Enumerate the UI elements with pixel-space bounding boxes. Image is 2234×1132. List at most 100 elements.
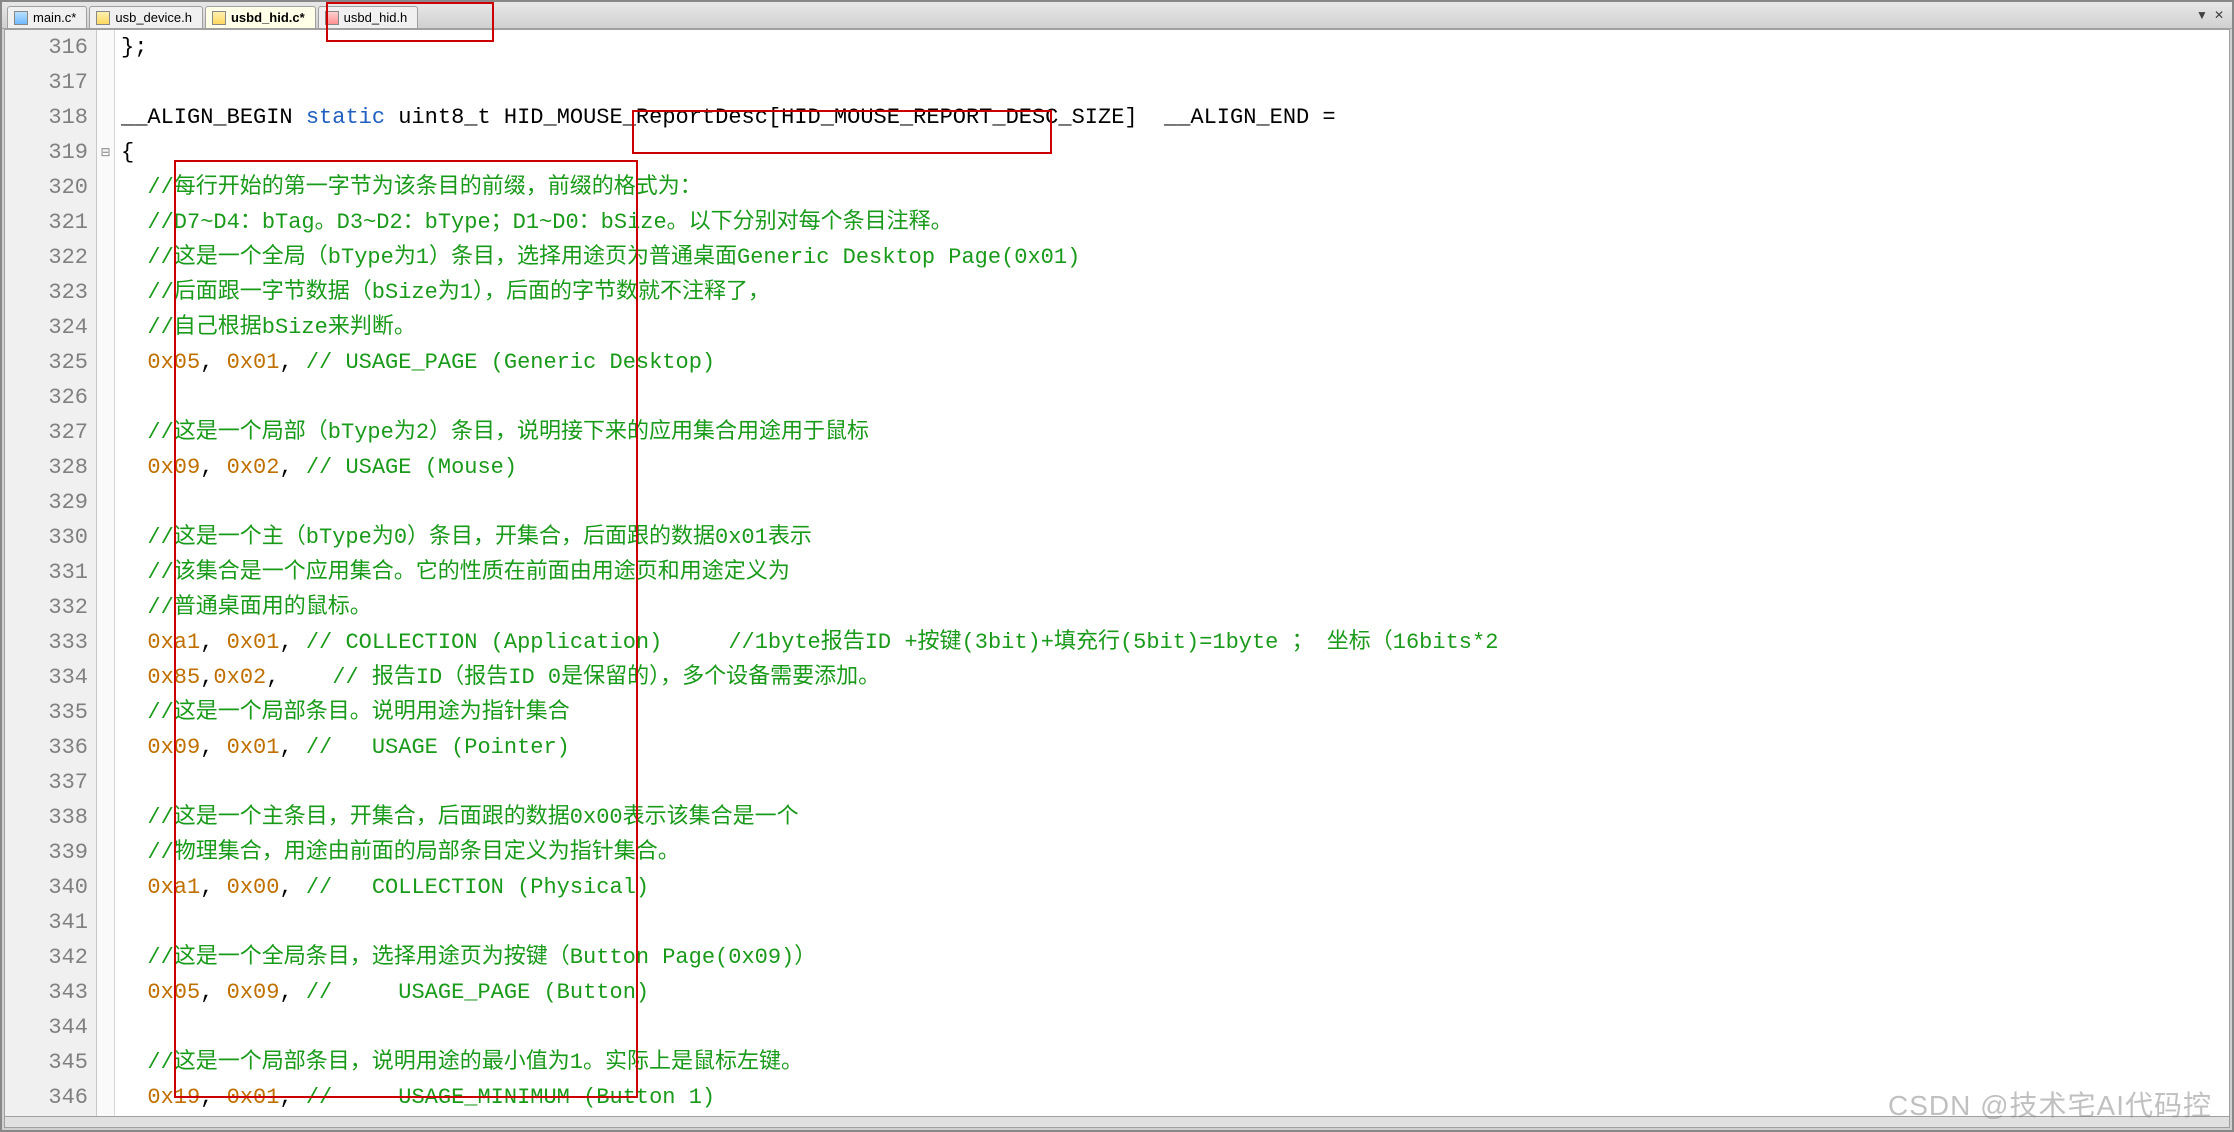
comment-text: //这是一个主（bType为0）条目，开集合，后面跟的数据0x01表示 xyxy=(147,525,811,550)
fold-empty xyxy=(97,590,114,625)
code-text: }; xyxy=(121,35,147,60)
tab-close-icon[interactable]: ✕ xyxy=(2214,8,2224,22)
code-text xyxy=(121,245,147,270)
keyword-text: static xyxy=(306,105,385,130)
code-text xyxy=(121,210,147,235)
code-line[interactable]: //自己根据bSize来判断。 xyxy=(121,310,2229,345)
code-line[interactable] xyxy=(121,485,2229,520)
code-line[interactable]: //这是一个局部条目，说明用途的最小值为1。实际上是鼠标左键。 xyxy=(121,1045,2229,1080)
number-literal: 0xa1 xyxy=(147,875,200,900)
fold-empty xyxy=(97,660,114,695)
code-text: , xyxy=(200,455,226,480)
code-line[interactable]: //物理集合，用途由前面的局部条目定义为指针集合。 xyxy=(121,835,2229,870)
code-text: , xyxy=(279,630,305,655)
tab-dropdown-icon[interactable]: ▼ xyxy=(2196,8,2208,22)
code-line[interactable]: 0x85,0x02, // 报告ID（报告ID 0是保留的），多个设备需要添加。 xyxy=(121,660,2229,695)
code-line[interactable]: //D7~D4：bTag。D3~D2：bType；D1~D0：bSize。以下分… xyxy=(121,205,2229,240)
fold-empty xyxy=(97,765,114,800)
number-literal: 0x01 xyxy=(227,1085,280,1110)
comment-text: // USAGE_PAGE (Generic Desktop) xyxy=(306,350,715,375)
number-literal: 0x00 xyxy=(227,875,280,900)
code-line[interactable]: 0xa1, 0x00, // COLLECTION (Physical) xyxy=(121,870,2229,905)
code-line[interactable] xyxy=(121,65,2229,100)
number-literal: 0xa1 xyxy=(147,630,200,655)
fold-empty xyxy=(97,520,114,555)
line-number: 318 xyxy=(5,100,88,135)
fold-empty xyxy=(97,275,114,310)
comment-text: // USAGE_PAGE (Button) xyxy=(306,980,649,1005)
number-literal: 0x05 xyxy=(147,350,200,375)
fold-column[interactable]: ⊟ xyxy=(97,30,115,1117)
code-text xyxy=(121,1085,147,1110)
code-text: , xyxy=(200,875,226,900)
tab-usbd_hid-h[interactable]: usbd_hid.h xyxy=(318,6,419,28)
line-number: 325 xyxy=(5,345,88,380)
number-literal: 0x19 xyxy=(147,1085,200,1110)
line-number: 320 xyxy=(5,170,88,205)
fold-empty xyxy=(97,65,114,100)
code-line[interactable]: //这是一个局部（bType为2）条目，说明接下来的应用集合用途用于鼠标 xyxy=(121,415,2229,450)
line-number: 344 xyxy=(5,1010,88,1045)
code-line[interactable]: //后面跟一字节数据（bSize为1），后面的字节数就不注释了， xyxy=(121,275,2229,310)
code-text xyxy=(121,805,147,830)
code-content[interactable]: }; __ALIGN_BEGIN static uint8_t HID_MOUSE… xyxy=(115,30,2229,1117)
code-text: uint8_t xyxy=(385,105,504,130)
fold-empty xyxy=(97,1045,114,1080)
number-literal: 0x85 xyxy=(147,665,200,690)
code-text xyxy=(121,840,147,865)
tab-main-c-[interactable]: main.c* xyxy=(7,6,87,28)
tab-label: main.c* xyxy=(33,10,76,25)
file-icon xyxy=(325,11,339,25)
editor[interactable]: 3163173183193203213223233243253263273283… xyxy=(5,30,2229,1117)
comment-text: //这是一个主条目，开集合，后面跟的数据0x00表示该集合是一个 xyxy=(147,805,798,830)
code-text: { xyxy=(121,140,134,165)
code-line[interactable] xyxy=(121,380,2229,415)
code-line[interactable] xyxy=(121,905,2229,940)
code-line[interactable]: { xyxy=(121,135,2229,170)
tab-usb_device-h[interactable]: usb_device.h xyxy=(89,6,203,28)
number-literal: 0x02 xyxy=(227,455,280,480)
number-literal: 0x01 xyxy=(227,630,280,655)
code-line[interactable]: 0xa1, 0x01, // COLLECTION (Application) … xyxy=(121,625,2229,660)
code-text xyxy=(121,525,147,550)
tab-controls: ▼ ✕ xyxy=(2196,8,2224,22)
fold-empty xyxy=(97,310,114,345)
code-line[interactable]: //该集合是一个应用集合。它的性质在前面由用途页和用途定义为 xyxy=(121,555,2229,590)
code-line[interactable] xyxy=(121,765,2229,800)
fold-empty xyxy=(97,450,114,485)
code-line[interactable]: //这是一个全局（bType为1）条目，选择用途页为普通桌面Generic De… xyxy=(121,240,2229,275)
comment-text: //这是一个全局条目，选择用途页为按键（Button Page(0x09)） xyxy=(147,945,816,970)
code-line[interactable]: //这是一个全局条目，选择用途页为按键（Button Page(0x09)） xyxy=(121,940,2229,975)
line-number: 328 xyxy=(5,450,88,485)
code-text: HID_MOUSE_ReportDesc xyxy=(504,105,768,130)
tab-usbd_hid-c-[interactable]: usbd_hid.c* xyxy=(205,6,316,28)
line-number: 329 xyxy=(5,485,88,520)
fold-empty xyxy=(97,870,114,905)
code-line[interactable]: __ALIGN_BEGIN static uint8_t HID_MOUSE_R… xyxy=(121,100,2229,135)
code-line[interactable]: //这是一个局部条目。说明用途为指针集合 xyxy=(121,695,2229,730)
code-line[interactable] xyxy=(121,1010,2229,1045)
fold-empty xyxy=(97,625,114,660)
line-number: 341 xyxy=(5,905,88,940)
code-line[interactable]: 0x19, 0x01, // USAGE_MINIMUM (Button 1) xyxy=(121,1080,2229,1115)
line-number: 342 xyxy=(5,940,88,975)
code-line[interactable]: //每行开始的第一字节为该条目的前缀，前缀的格式为： xyxy=(121,170,2229,205)
code-line[interactable]: //这是一个主（bType为0）条目，开集合，后面跟的数据0x01表示 xyxy=(121,520,2229,555)
line-number: 327 xyxy=(5,415,88,450)
code-line[interactable]: 0x09, 0x01, // USAGE (Pointer) xyxy=(121,730,2229,765)
number-literal: 0x01 xyxy=(227,350,280,375)
code-line[interactable]: 0x09, 0x02, // USAGE (Mouse) xyxy=(121,450,2229,485)
code-line[interactable]: }; xyxy=(121,30,2229,65)
fold-empty xyxy=(97,835,114,870)
fold-empty xyxy=(97,800,114,835)
horizontal-scrollbar[interactable] xyxy=(4,1116,2230,1128)
code-line[interactable]: 0x05, 0x09, // USAGE_PAGE (Button) xyxy=(121,975,2229,1010)
fold-toggle-icon[interactable]: ⊟ xyxy=(97,135,114,170)
fold-empty xyxy=(97,170,114,205)
code-line[interactable]: //普通桌面用的鼠标。 xyxy=(121,590,2229,625)
comment-text: //每行开始的第一字节为该条目的前缀，前缀的格式为： xyxy=(147,175,701,200)
line-number: 319 xyxy=(5,135,88,170)
code-line[interactable]: 0x05, 0x01, // USAGE_PAGE (Generic Deskt… xyxy=(121,345,2229,380)
code-line[interactable]: //这是一个主条目，开集合，后面跟的数据0x00表示该集合是一个 xyxy=(121,800,2229,835)
code-text: , xyxy=(200,1085,226,1110)
